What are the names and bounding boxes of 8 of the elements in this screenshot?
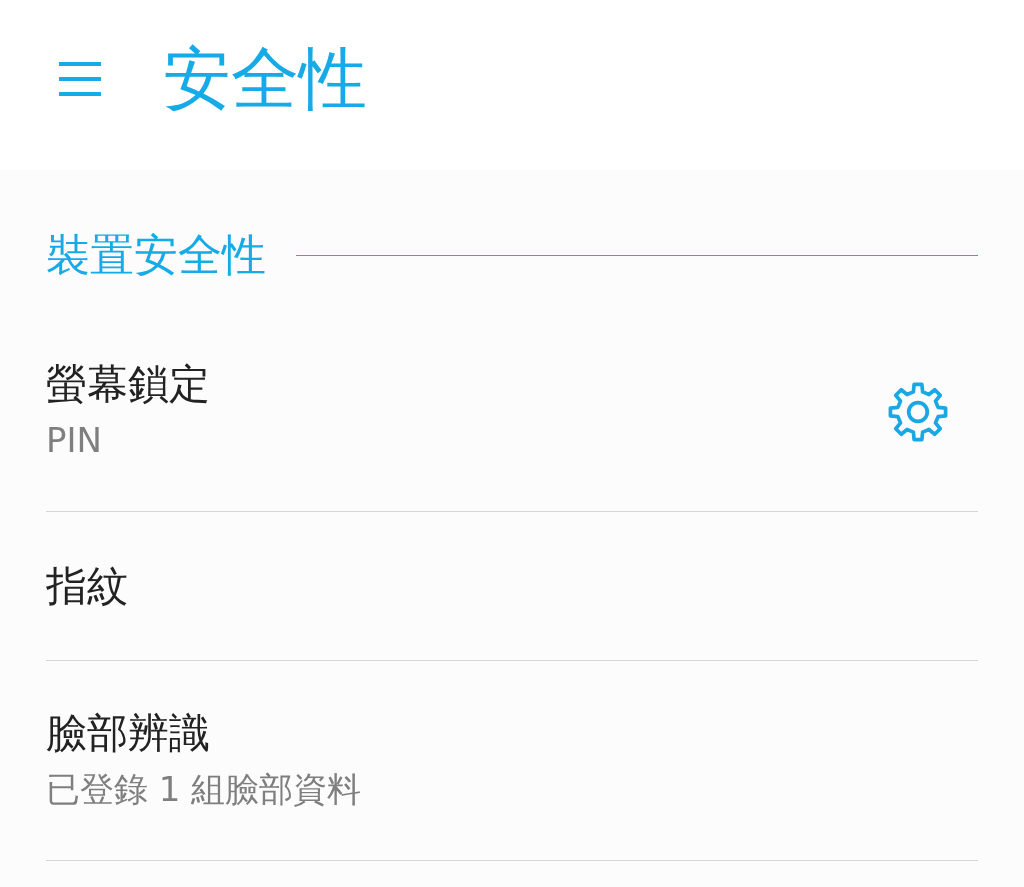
menu-icon[interactable] bbox=[59, 61, 101, 97]
setting-title[interactable]: 指紋 bbox=[46, 558, 128, 614]
setting-title[interactable]: 螢幕鎖定 bbox=[46, 355, 210, 412]
setting-summary: PIN bbox=[46, 418, 102, 462]
screen-title: 安全性 bbox=[163, 39, 367, 119]
setting-title[interactable]: 臉部辨識 bbox=[46, 704, 210, 761]
setting-summary: 已登錄 1 組臉部資料 bbox=[46, 767, 362, 811]
section-heading: 裝置安全性 bbox=[46, 228, 266, 282]
